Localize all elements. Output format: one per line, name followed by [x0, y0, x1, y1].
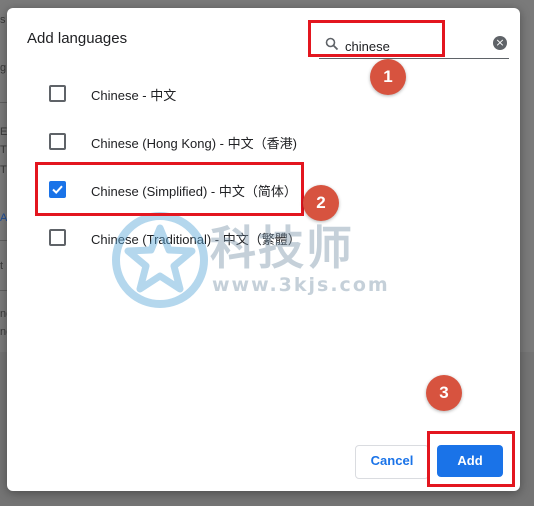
close-icon[interactable]: × [493, 36, 507, 50]
highlight-search [308, 20, 445, 57]
bg-text: t [0, 260, 4, 272]
watermark-url: www.3kjs.com [212, 274, 390, 296]
highlight-simplified [35, 162, 304, 216]
bg-text: s [0, 14, 6, 26]
watermark-logo-icon [112, 212, 208, 308]
step-badge-2: 2 [303, 185, 339, 221]
language-option-chinese[interactable]: Chinese - 中文 [47, 81, 497, 105]
dialog-title: Add languages [27, 30, 128, 47]
language-label: Chinese - 中文 [91, 88, 177, 103]
step-badge-1: 1 [370, 59, 406, 95]
bg-text: T [0, 144, 7, 156]
watermark: 科技师 www.3kjs.com [112, 212, 402, 308]
step-badge-3: 3 [426, 375, 462, 411]
bg-text: g [0, 62, 7, 74]
checkbox[interactable] [49, 85, 66, 102]
language-label: Chinese (Hong Kong) - 中文（香港) [91, 136, 297, 151]
language-option-chinese-hong-kong[interactable]: Chinese (Hong Kong) - 中文（香港) [47, 129, 497, 153]
checkbox[interactable] [49, 229, 66, 246]
watermark-brand: 科技师 [210, 221, 354, 275]
cancel-button[interactable]: Cancel [355, 445, 429, 479]
highlight-add [427, 431, 515, 487]
checkbox[interactable] [49, 133, 66, 150]
